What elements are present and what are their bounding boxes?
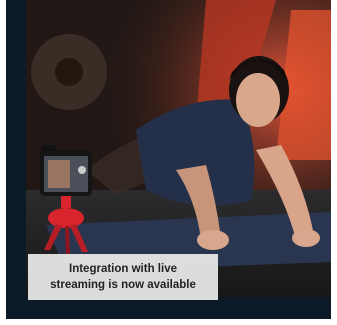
promo-card: Integration with live streaming is now a… [6, 0, 331, 319]
caption-line-2: streaming is now available [50, 279, 196, 291]
photo-scene [26, 0, 331, 297]
caption-line-1: Integration with live [69, 263, 177, 275]
promo-caption: Integration with live streaming is now a… [28, 254, 218, 300]
camera-icon [42, 145, 56, 151]
promo-photo [26, 0, 331, 297]
